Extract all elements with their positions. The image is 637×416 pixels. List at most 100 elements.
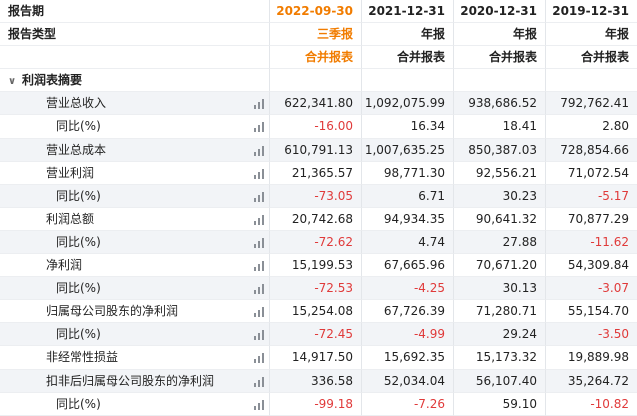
bar-chart-icon[interactable] <box>254 99 265 110</box>
row-label-cell: 非经常性损益 <box>0 346 270 370</box>
value-cell: 71,280.71 <box>454 300 546 324</box>
section-toggle[interactable]: ∨ 利润表摘要 <box>0 69 270 93</box>
value-cell: 938,686.52 <box>454 92 546 116</box>
value-cell: 610,791.13 <box>270 138 362 162</box>
bar-chart-icon[interactable] <box>254 261 265 272</box>
chevron-down-icon[interactable]: ∨ <box>8 70 18 91</box>
value-cell: 18.41 <box>454 115 546 139</box>
bar-chart-icon[interactable] <box>254 145 265 156</box>
income-statement-table: 报告期 2022-09-30 2021-12-31 2020-12-31 201… <box>0 0 637 416</box>
bar-chart-icon[interactable] <box>254 191 265 202</box>
column-subtype-2: 合并报表 <box>454 46 546 70</box>
bar-chart-icon[interactable] <box>254 237 265 248</box>
row-label-cell: 同比(%) <box>0 230 270 255</box>
bar-chart-icon[interactable] <box>254 330 265 341</box>
value-cell: 2.80 <box>546 115 637 139</box>
row-label: 营业总成本 <box>46 142 107 157</box>
value-cell: 850,387.03 <box>454 138 546 162</box>
column-type-2: 年报 <box>454 23 546 47</box>
value-cell: -5.17 <box>546 184 637 208</box>
bar-chart-icon[interactable] <box>254 284 265 295</box>
column-date-2[interactable]: 2020-12-31 <box>454 0 546 24</box>
value-cell: 71,072.54 <box>546 162 637 185</box>
value-cell: 1,007,635.25 <box>362 138 454 162</box>
value-cell: 70,671.20 <box>454 254 546 278</box>
row-label: 扣非后归属母公司股东的净利润 <box>46 373 215 388</box>
value-cell: 21,365.57 <box>270 161 362 185</box>
value-cell: 29.24 <box>454 323 546 347</box>
bar-chart-icon[interactable] <box>254 307 265 318</box>
row-label-cell: 同比(%) <box>0 323 270 347</box>
value-cell: 4.74 <box>362 230 454 255</box>
row-label-cell: 同比(%) <box>0 277 270 301</box>
value-cell: 16.34 <box>362 115 454 139</box>
row-label-cell: 利润总额 <box>0 207 270 231</box>
type-label: 报告类型 <box>0 23 270 47</box>
bar-chart-icon[interactable] <box>254 168 265 179</box>
value-cell: 792,762.41 <box>546 92 637 116</box>
row-label-cell: 同比(%) <box>0 115 270 139</box>
value-cell: -11.62 <box>546 230 637 255</box>
value-cell: 27.88 <box>454 230 546 255</box>
bar-chart-icon[interactable] <box>254 376 265 387</box>
row-label-cell: 同比(%) <box>0 184 270 208</box>
value-cell: -3.50 <box>546 323 637 347</box>
value-cell: -72.45 <box>270 323 362 347</box>
section-empty-cell <box>270 69 362 93</box>
section-label: 利润表摘要 <box>22 73 83 88</box>
column-subtype-1: 合并报表 <box>362 46 454 70</box>
value-cell: 728,854.66 <box>546 138 637 162</box>
column-type-1: 年报 <box>362 23 454 47</box>
value-cell: 56,107.40 <box>454 369 546 393</box>
column-date-3[interactable]: 2019-12-31 <box>546 0 637 24</box>
row-label: 同比(%) <box>56 234 101 249</box>
bar-chart-icon[interactable] <box>254 399 265 410</box>
section-empty-cell <box>454 69 546 93</box>
value-cell: 92,556.21 <box>454 161 546 185</box>
column-date-1[interactable]: 2021-12-31 <box>362 0 454 24</box>
value-cell: -73.05 <box>270 184 362 208</box>
value-cell: 20,742.68 <box>270 207 362 231</box>
value-cell: 6.71 <box>362 184 454 208</box>
row-label: 同比(%) <box>56 119 101 134</box>
value-cell: 15,173.32 <box>454 346 546 370</box>
row-label-cell: 营业总成本 <box>0 138 270 162</box>
row-label-cell: 营业总收入 <box>0 92 270 116</box>
section-empty-cell <box>362 69 454 93</box>
bar-chart-icon[interactable] <box>254 214 265 225</box>
value-cell: 98,771.30 <box>362 161 454 185</box>
row-label-cell: 扣非后归属母公司股东的净利润 <box>0 369 270 393</box>
row-label: 同比(%) <box>56 396 101 411</box>
value-cell: -72.53 <box>270 277 362 301</box>
value-cell: 90,641.32 <box>454 207 546 231</box>
value-cell: 59.10 <box>454 392 546 416</box>
value-cell: -7.26 <box>362 392 454 416</box>
row-label: 同比(%) <box>56 281 101 296</box>
value-cell: 19,889.98 <box>546 346 637 370</box>
value-cell: 35,264.72 <box>546 369 637 393</box>
value-cell: 336.58 <box>270 369 362 393</box>
row-label: 非经常性损益 <box>46 350 119 365</box>
column-subtype-0: 合并报表 <box>270 46 362 70</box>
value-cell: 52,034.04 <box>362 369 454 393</box>
value-cell: -16.00 <box>270 115 362 139</box>
column-type-0: 三季报 <box>270 23 362 47</box>
row-label: 利润总额 <box>46 211 95 226</box>
section-empty-cell <box>546 69 637 93</box>
bar-chart-icon[interactable] <box>254 122 265 133</box>
value-cell: 67,665.96 <box>362 254 454 278</box>
row-label-cell: 同比(%) <box>0 392 270 416</box>
column-date-0[interactable]: 2022-09-30 <box>270 0 362 24</box>
bar-chart-icon[interactable] <box>254 353 265 364</box>
value-cell: 55,154.70 <box>546 300 637 324</box>
row-label: 营业利润 <box>46 165 95 180</box>
value-cell: -4.25 <box>362 277 454 301</box>
value-cell: -72.62 <box>270 230 362 255</box>
row-label-cell: 净利润 <box>0 254 270 278</box>
row-label: 同比(%) <box>56 327 101 342</box>
row-label: 同比(%) <box>56 188 101 203</box>
value-cell: -4.99 <box>362 323 454 347</box>
period-label: 报告期 <box>0 0 270 24</box>
value-cell: 622,341.80 <box>270 92 362 116</box>
value-cell: 1,092,075.99 <box>362 92 454 116</box>
